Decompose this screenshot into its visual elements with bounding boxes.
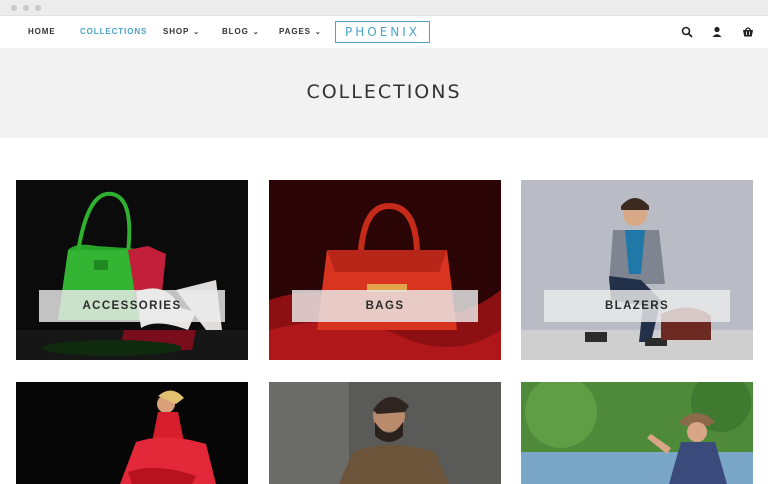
chevron-down-icon: ⌄ <box>252 29 260 36</box>
collection-label: BLAZERS <box>544 290 730 322</box>
collection-label: BAGS <box>292 290 478 322</box>
accessories-image <box>16 180 248 360</box>
nav-label-blog: BLOG <box>222 27 249 36</box>
collection-card-6[interactable] <box>521 382 753 484</box>
page-header: COLLECTIONS <box>0 48 768 138</box>
jacket-image <box>269 382 501 484</box>
nav-item-home[interactable]: HOME <box>28 16 56 48</box>
window-maximize-dot[interactable] <box>35 5 41 11</box>
page-title: COLLECTIONS <box>306 81 462 103</box>
collection-card-bags[interactable]: BAGS <box>269 180 501 360</box>
user-icon[interactable] <box>710 25 724 39</box>
outdoor-image <box>521 382 753 484</box>
search-icon[interactable] <box>680 25 694 39</box>
nav-label-pages: PAGES <box>279 27 311 36</box>
blazers-image <box>521 180 753 360</box>
nav-label-home: HOME <box>28 27 56 36</box>
window-chrome <box>0 0 768 16</box>
collection-card-blazers[interactable]: BLAZERS <box>521 180 753 360</box>
nav-item-blog[interactable]: BLOG ⌄ <box>222 16 259 48</box>
nav-item-shop[interactable]: SHOP ⌄ <box>163 16 200 48</box>
site-logo[interactable]: PHOENIX <box>335 21 430 43</box>
collection-label: ACCESSORIES <box>39 290 225 322</box>
window-minimize-dot[interactable] <box>23 5 29 11</box>
nav-label-shop: SHOP <box>163 27 190 36</box>
nav-item-pages[interactable]: PAGES ⌄ <box>279 16 322 48</box>
collection-card-4[interactable] <box>16 382 248 484</box>
chevron-down-icon: ⌄ <box>193 29 201 36</box>
window-close-dot[interactable] <box>11 5 17 11</box>
chevron-down-icon: ⌄ <box>314 29 322 36</box>
cart-icon[interactable] <box>741 25 755 39</box>
main-nav: HOME COLLECTIONS SHOP ⌄ BLOG ⌄ PAGES ⌄ PHOE… <box>0 16 768 48</box>
nav-item-collections[interactable]: COLLECTIONS <box>80 16 147 48</box>
collection-card-5[interactable] <box>269 382 501 484</box>
collection-card-accessories[interactable]: ACCESSORIES <box>16 180 248 360</box>
bags-image <box>269 180 501 360</box>
nav-label-collections: COLLECTIONS <box>80 27 148 36</box>
dress-image <box>16 382 248 484</box>
